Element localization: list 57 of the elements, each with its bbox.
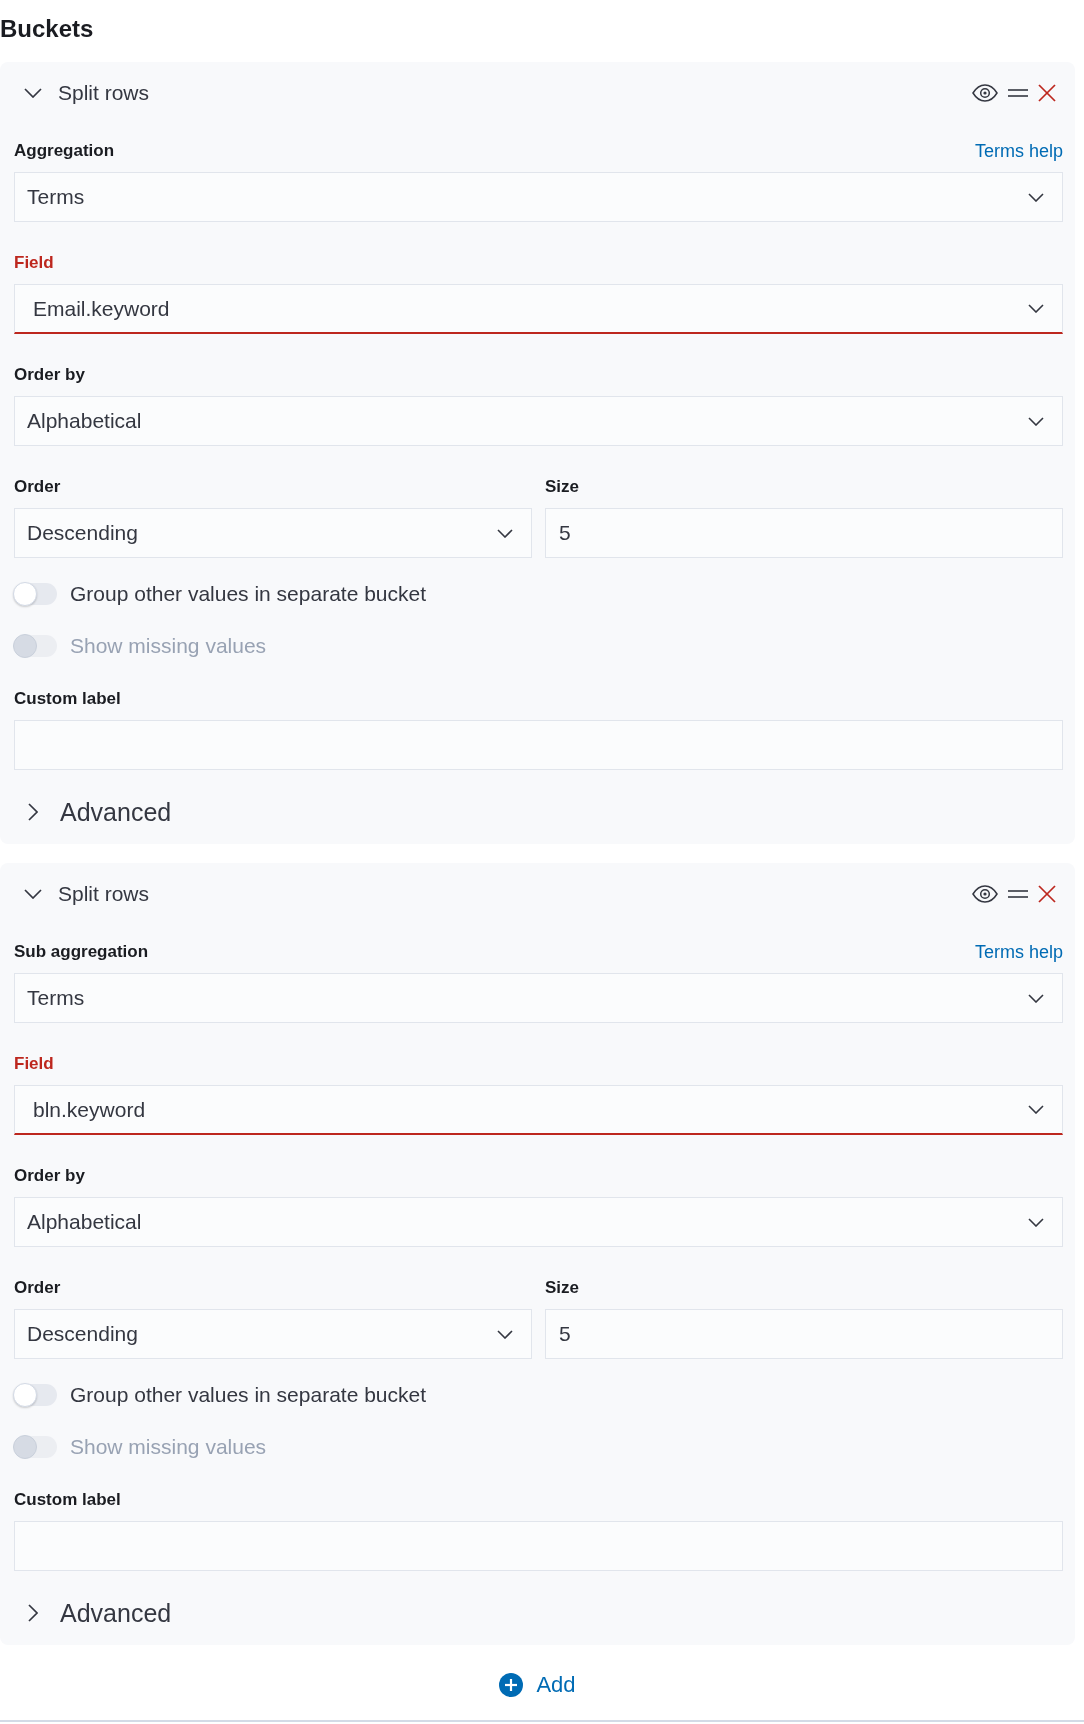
combo-box[interactable]: Email.keyword xyxy=(14,284,1063,334)
advanced-toggle[interactable]: Advanced xyxy=(24,797,172,827)
chevron-down-icon xyxy=(1028,1217,1044,1227)
field-label: Order xyxy=(14,477,61,497)
dropdown-select[interactable]: Alphabetical xyxy=(14,1197,1063,1247)
section-title: Buckets xyxy=(0,14,94,44)
toggle-switch[interactable] xyxy=(14,583,57,605)
field-label: Field xyxy=(14,253,54,273)
field-label: Order by xyxy=(14,1166,85,1186)
eye-icon[interactable] xyxy=(972,885,998,903)
number-input[interactable]: 5 xyxy=(545,508,1063,558)
dropdown-select[interactable]: Terms xyxy=(14,172,1063,222)
field-label: Order xyxy=(14,1278,61,1298)
drag-handle-icon[interactable] xyxy=(1008,89,1028,97)
chevron-down-icon xyxy=(497,528,513,538)
help-link[interactable]: Terms help xyxy=(974,941,1063,963)
switch-label: Show missing values xyxy=(70,634,267,658)
chevron-right-icon xyxy=(28,803,38,821)
toggle-switch[interactable] xyxy=(14,1384,57,1406)
help-link[interactable]: Terms help xyxy=(974,140,1063,162)
chevron-right-icon xyxy=(28,1604,38,1622)
text-input[interactable] xyxy=(14,1521,1063,1571)
chevron-down-icon xyxy=(1028,304,1044,313)
field-label: Order by xyxy=(14,365,85,385)
chevron-down-icon xyxy=(24,889,42,899)
field-label: Aggregation xyxy=(14,141,115,161)
chevron-down-icon xyxy=(1028,416,1044,426)
add-button[interactable]: Add xyxy=(499,1672,576,1698)
field-label: Field xyxy=(14,1054,54,1074)
chevron-down-icon xyxy=(1028,192,1044,202)
field-label: Sub aggregation xyxy=(14,942,149,962)
text-input[interactable] xyxy=(14,720,1063,770)
switch-label: Show missing values xyxy=(70,1435,267,1459)
accordion-toggle[interactable]: Split rows xyxy=(24,882,150,906)
plus-circle-icon xyxy=(499,1673,524,1697)
dropdown-select[interactable]: Descending xyxy=(14,1309,532,1359)
chevron-down-icon xyxy=(497,1329,513,1339)
field-label: Custom label xyxy=(14,1490,121,1510)
dropdown-select[interactable]: Terms xyxy=(14,973,1063,1023)
chevron-down-icon xyxy=(1028,1105,1044,1114)
advanced-toggle[interactable]: Advanced xyxy=(24,1598,172,1628)
field-label: Custom label xyxy=(14,689,121,709)
close-icon[interactable] xyxy=(1038,84,1056,102)
field-label: Size xyxy=(545,477,580,497)
combo-box[interactable]: bln.keyword xyxy=(14,1085,1063,1135)
dropdown-select[interactable]: Alphabetical xyxy=(14,396,1063,446)
eye-icon[interactable] xyxy=(972,84,998,102)
dropdown-select[interactable]: Descending xyxy=(14,508,532,558)
chevron-down-icon xyxy=(1028,993,1044,1003)
close-icon[interactable] xyxy=(1038,885,1056,903)
switch-label: Group other values in separate bucket xyxy=(70,1383,427,1407)
switch-label: Group other values in separate bucket xyxy=(70,582,427,606)
number-input[interactable]: 5 xyxy=(545,1309,1063,1359)
accordion-toggle[interactable]: Split rows xyxy=(24,81,150,105)
chevron-down-icon xyxy=(24,88,42,98)
field-label: Size xyxy=(545,1278,580,1298)
drag-handle-icon[interactable] xyxy=(1008,890,1028,898)
